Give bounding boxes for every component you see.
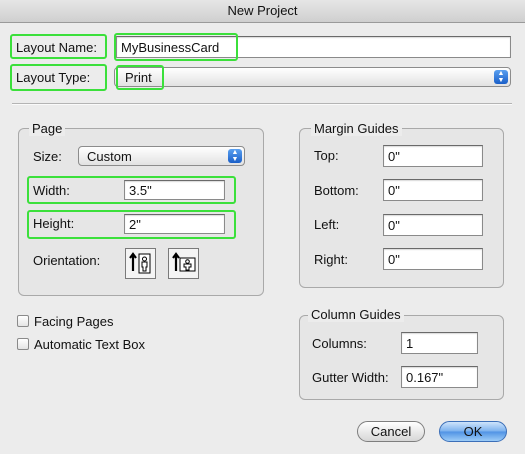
width-input[interactable]	[124, 180, 225, 200]
layout-name-label: Layout Name:	[16, 40, 97, 55]
margin-top-label: Top:	[314, 148, 339, 163]
automatic-text-box-label[interactable]: Automatic Text Box	[34, 337, 145, 352]
margin-bottom-label: Bottom:	[314, 183, 359, 198]
landscape-icon	[172, 252, 196, 272]
columns-input[interactable]	[401, 332, 478, 354]
popup-arrows-icon: ▲ ▼	[494, 70, 508, 84]
window-title: New Project	[0, 0, 525, 23]
gutter-width-input[interactable]	[401, 366, 478, 388]
margin-top-input[interactable]	[383, 145, 483, 167]
layout-type-select[interactable]: Print ▲ ▼	[114, 67, 511, 87]
page-group-title: Page	[29, 121, 66, 136]
column-guides-title: Column Guides	[308, 307, 404, 322]
new-project-dialog: New Project Layout Name: Layout Type: Pr…	[0, 0, 525, 454]
width-label: Width:	[33, 183, 70, 198]
facing-pages-checkbox[interactable]	[17, 315, 29, 327]
ok-button[interactable]: OK	[439, 421, 507, 442]
height-input[interactable]	[124, 214, 225, 234]
margin-guides-title: Margin Guides	[311, 121, 402, 136]
margin-bottom-input[interactable]	[383, 179, 483, 201]
highlight-layout-type-value	[116, 65, 164, 90]
portrait-icon	[129, 252, 151, 274]
divider	[12, 103, 512, 105]
height-label: Height:	[33, 216, 75, 231]
facing-pages-label[interactable]: Facing Pages	[34, 314, 114, 329]
size-select[interactable]: Custom ▲ ▼	[78, 146, 245, 166]
orientation-label: Orientation:	[33, 253, 101, 268]
popup-arrows-icon: ▲ ▼	[228, 149, 242, 163]
margin-right-label: Right:	[314, 252, 348, 267]
layout-type-label: Layout Type:	[16, 70, 91, 85]
size-value: Custom	[87, 149, 132, 164]
columns-label: Columns:	[312, 336, 367, 351]
gutter-width-label: Gutter Width:	[312, 370, 389, 385]
landscape-orientation-button[interactable]	[168, 248, 199, 279]
size-label: Size:	[33, 149, 62, 164]
margin-left-input[interactable]	[383, 214, 483, 236]
cancel-button[interactable]: Cancel	[357, 421, 425, 442]
highlight-layout-name-value	[114, 33, 238, 61]
margin-left-label: Left:	[314, 217, 340, 232]
automatic-text-box-checkbox[interactable]	[17, 338, 29, 350]
portrait-orientation-button[interactable]	[125, 248, 156, 279]
margin-right-input[interactable]	[383, 248, 483, 270]
